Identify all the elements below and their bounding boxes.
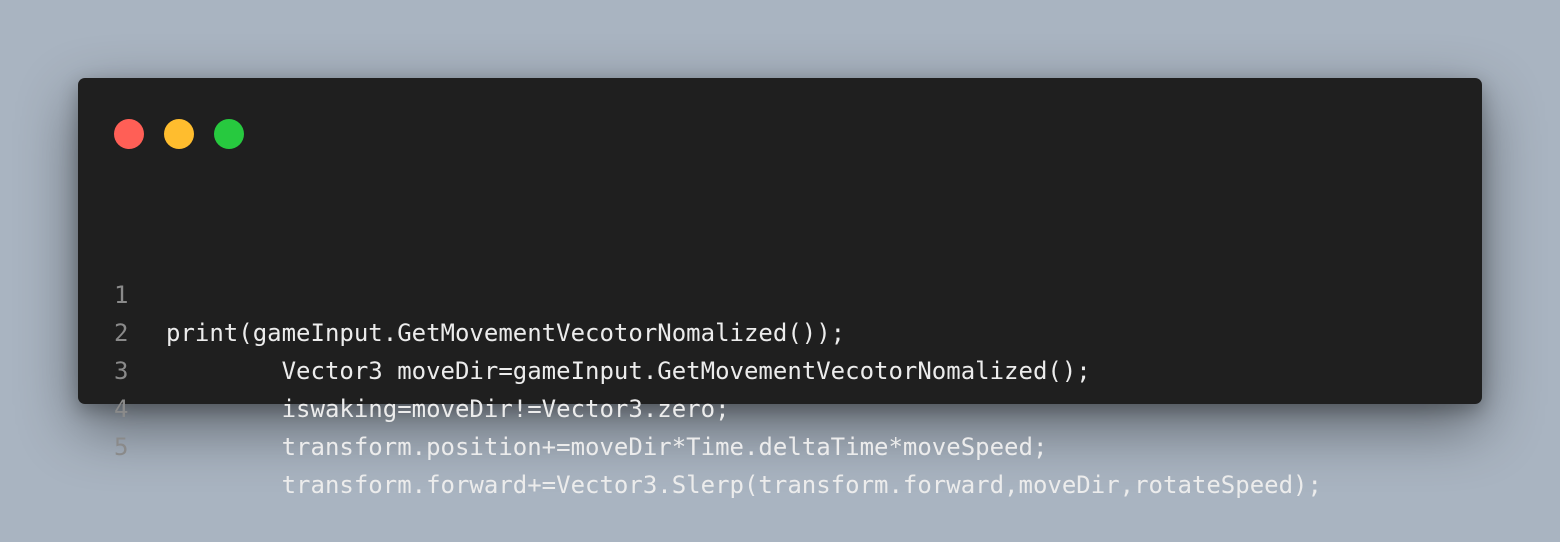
code-text: print(gameInput.GetMovementVecotorNomali… bbox=[166, 319, 846, 347]
code-text: transform.position+=moveDir*Time.deltaTi… bbox=[166, 433, 1048, 461]
code-text: iswaking=moveDir!=Vector3.zero; bbox=[166, 395, 730, 423]
code-line: 5 transform.forward+=Vector3.Slerp(trans… bbox=[78, 390, 1322, 499]
code-text: Vector3 moveDir=gameInput.GetMovementVec… bbox=[166, 357, 1091, 385]
line-number: 5 bbox=[114, 433, 129, 461]
maximize-dot-icon[interactable] bbox=[214, 119, 244, 149]
code-line: 4 transform.position+=moveDir*Time.delta… bbox=[78, 352, 1047, 461]
close-dot-icon[interactable] bbox=[114, 119, 144, 149]
code-window: 1 print(gameInput.GetMovementVecotorNoma… bbox=[78, 78, 1482, 499]
code-text: transform.forward+=Vector3.Slerp(transfo… bbox=[166, 471, 1322, 499]
code-line: 3 iswaking=moveDir!=Vector3.zero; bbox=[78, 314, 730, 423]
minimize-dot-icon[interactable] bbox=[164, 119, 194, 149]
code-line: 1 print(gameInput.GetMovementVecotorNoma… bbox=[78, 238, 845, 347]
code-line: 2 Vector3 moveDir=gameInput.GetMovementV… bbox=[78, 276, 1091, 385]
